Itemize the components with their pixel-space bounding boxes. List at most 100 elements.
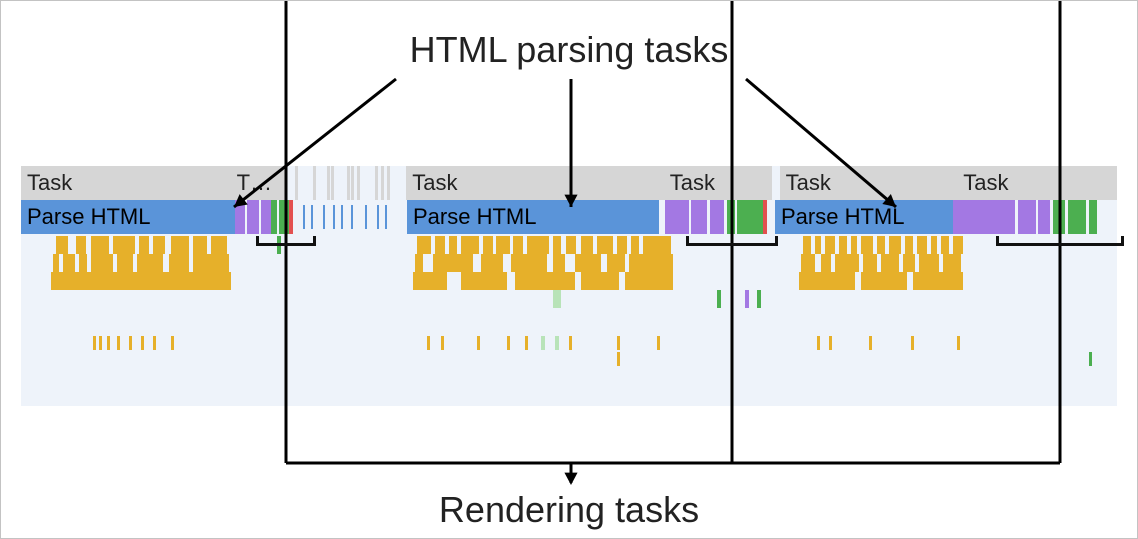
flame-bar: [877, 236, 885, 254]
task-block[interactable]: Task: [780, 166, 958, 200]
flame-bar: [931, 236, 937, 254]
flame-bar: [483, 236, 493, 254]
flame-bar: [625, 272, 673, 290]
flame-bar: [107, 336, 110, 350]
task-block[interactable]: T…: [231, 166, 285, 200]
flame-bar: [541, 336, 545, 350]
flame-bar: [56, 236, 68, 254]
task-block[interactable]: Task: [664, 166, 772, 200]
flame-bar: [835, 254, 859, 272]
flame-bar: [211, 236, 227, 254]
task-block[interactable]: Task: [957, 166, 1095, 200]
flame-bar: [917, 236, 927, 254]
flame-bar: [817, 336, 820, 350]
task-block[interactable]: Task: [21, 166, 231, 200]
flame-bar: [515, 272, 575, 290]
flame-bar: [555, 336, 559, 350]
parse-html-block[interactable]: Parse HTML: [407, 200, 659, 234]
flame-bar: [427, 336, 430, 350]
flame-bar: [861, 272, 907, 290]
timeline-slab[interactable]: TaskT…TaskTaskTaskTask Parse HTMLParse H…: [21, 166, 1117, 406]
flame-bar: [803, 236, 811, 254]
flame-bar: [79, 254, 87, 272]
flame-bar: [607, 254, 625, 272]
task-gap: [285, 166, 407, 200]
flame-bar: [513, 236, 523, 254]
label-html-parsing[interactable]: HTML parsing tasks: [410, 29, 729, 71]
flame-bar: [91, 254, 113, 272]
flame-bar: [851, 236, 857, 254]
flame-bar: [617, 352, 620, 366]
flame-bar: [1089, 352, 1092, 366]
flame-area: [21, 236, 1117, 406]
flame-bar: [553, 236, 561, 254]
flame-bar: [496, 236, 510, 254]
flame-bar: [815, 236, 821, 254]
render-block[interactable]: [235, 200, 293, 234]
flame-bar: [913, 272, 963, 290]
flame-bar: [413, 272, 447, 290]
flame-bar: [415, 254, 423, 272]
render-bracket: [686, 236, 778, 246]
flame-bar: [911, 336, 914, 350]
flame-bar: [643, 236, 671, 254]
flame-bar: [435, 236, 445, 254]
flame-bar: [169, 254, 189, 272]
flame-bar: [903, 254, 915, 272]
flame-bar: [569, 336, 572, 350]
flame-bar: [575, 254, 601, 272]
flame-bar: [839, 236, 847, 254]
label-rendering[interactable]: Rendering tasks: [439, 489, 699, 531]
flame-bar: [525, 336, 528, 350]
flame-bar: [553, 290, 561, 308]
flame-bar: [757, 290, 761, 308]
flame-bar: [657, 336, 660, 350]
flame-bar: [597, 236, 613, 254]
flame-bar: [63, 254, 75, 272]
flame-bar: [869, 336, 872, 350]
task-row: TaskT…TaskTaskTaskTask: [21, 166, 1117, 200]
flame-bar: [566, 236, 576, 254]
flame-bar: [449, 236, 457, 254]
parse-html-block[interactable]: Parse HTML: [775, 200, 953, 234]
flame-bar: [511, 254, 547, 272]
render-block[interactable]: [665, 200, 767, 234]
parse-spacer: [1097, 200, 1115, 234]
flame-bar: [825, 236, 835, 254]
flame-bar: [461, 272, 507, 290]
render-bracket: [996, 236, 1124, 246]
flame-bar: [957, 336, 960, 350]
task-block[interactable]: Task: [406, 166, 664, 200]
flame-bar: [799, 272, 855, 290]
flame-bar: [193, 236, 207, 254]
flame-bar: [801, 254, 815, 272]
flame-bar: [53, 254, 59, 272]
flame-bar: [171, 236, 189, 254]
flame-bar: [527, 236, 549, 254]
parse-row: Parse HTML Parse HTML Parse HTML: [21, 200, 1117, 234]
flame-bar: [137, 254, 163, 272]
flame-bar: [863, 254, 877, 272]
flame-bar: [76, 236, 86, 254]
render-bracket: [256, 236, 316, 246]
flame-bar: [153, 236, 165, 254]
flame-bar: [51, 272, 231, 290]
flame-bar: [943, 254, 961, 272]
render-block[interactable]: [953, 200, 1097, 234]
flame-bar: [829, 336, 832, 350]
task-block[interactable]: [1095, 166, 1117, 200]
flame-bar: [481, 254, 503, 272]
flame-bar: [617, 236, 627, 254]
flame-bar: [889, 236, 901, 254]
flame-bar: [171, 336, 174, 350]
flame-bar: [581, 236, 593, 254]
diagram-frame[interactable]: HTML parsing tasks Rendering tasks TaskT…: [0, 0, 1138, 539]
flame-bar: [881, 254, 899, 272]
flame-bar: [953, 236, 963, 254]
flame-bar: [631, 236, 639, 254]
flame-bar: [153, 336, 156, 350]
flame-bar: [477, 336, 480, 350]
flame-bar: [919, 254, 939, 272]
task-gap: [772, 166, 780, 200]
parse-html-block[interactable]: Parse HTML: [21, 200, 235, 234]
